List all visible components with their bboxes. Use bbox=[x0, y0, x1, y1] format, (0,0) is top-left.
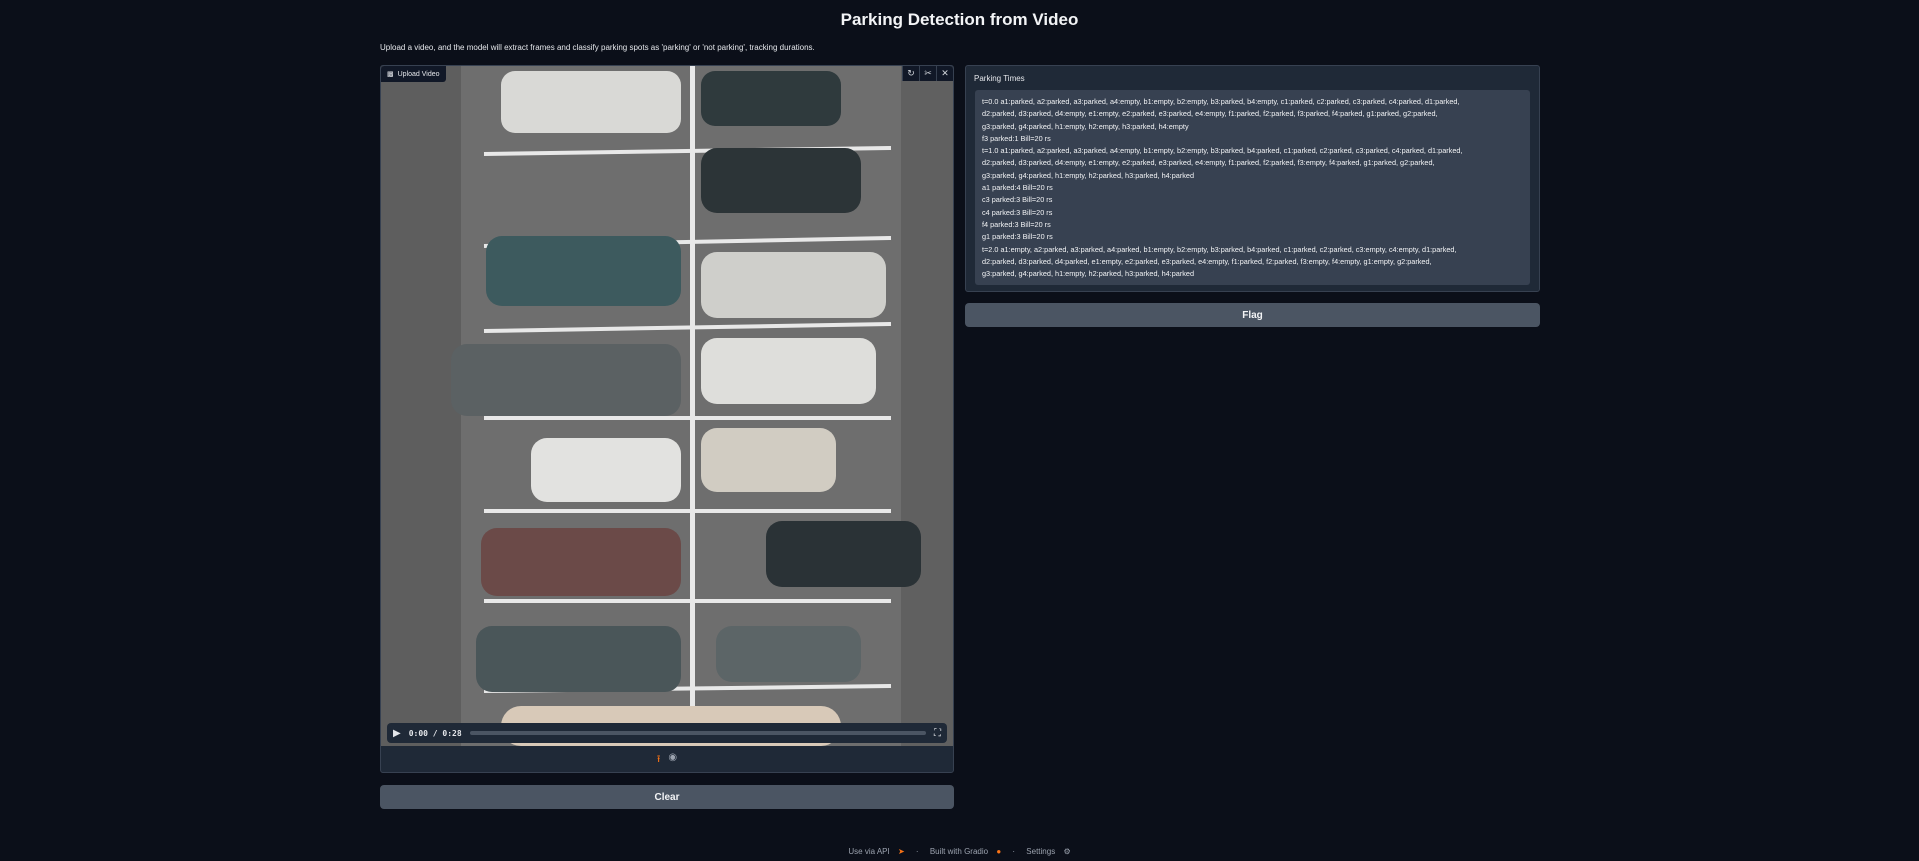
undo-icon[interactable]: ↻ bbox=[902, 66, 919, 81]
parking-times-line: c4 parked:3 Bill=20 rs bbox=[982, 207, 1053, 217]
rocket-icon: ➤ bbox=[897, 847, 905, 856]
fullscreen-icon[interactable]: ⛶ bbox=[934, 728, 941, 739]
gradio-logo-icon: ● bbox=[996, 847, 1002, 856]
parking-times-line: g3:parked, g4:parked, h1:empty, h2:parke… bbox=[982, 170, 1195, 180]
parking-times-output[interactable]: t=0.0 a1:parked, a2:parked, a3:parked, a… bbox=[975, 90, 1530, 285]
parking-times-panel: Parking Times t=0.0 a1:parked, a2:parked… bbox=[965, 65, 1540, 292]
play-icon[interactable]: ▶ bbox=[393, 728, 401, 739]
video-player[interactable]: ▩ Upload Video ↻ ✂ ✕ ▶ 0:00 / 0:28 ⛶ bbox=[381, 66, 953, 746]
edit-icon[interactable]: ✂ bbox=[919, 66, 936, 81]
built-with-gradio-link[interactable]: Built with Gradio ● bbox=[927, 847, 1004, 856]
video-source-icons: ⭱ ◉ bbox=[381, 752, 953, 769]
parking-times-line: f3 parked:1 Bill=20 rs bbox=[982, 133, 1051, 143]
video-icon: ▩ bbox=[387, 71, 394, 78]
parking-times-line: t=2.0 a1:empty, a2:parked, a3:parked, a4… bbox=[982, 244, 1457, 254]
flag-button[interactable]: Flag bbox=[965, 303, 1540, 327]
parking-times-line: g1 parked:3 Bill=20 rs bbox=[982, 232, 1053, 242]
parking-times-line: f4 parked:3 Bill=20 rs bbox=[982, 219, 1051, 229]
parking-times-line: d2:parked, d3:parked, d4:empty, e1:empty… bbox=[982, 158, 1435, 168]
parking-times-line: a1 parked:4 Bill=20 rs bbox=[982, 183, 1053, 193]
footer: Use via API ➤ · Built with Gradio ● · Se… bbox=[0, 847, 1919, 856]
settings-link[interactable]: Settings ⚙ bbox=[1023, 847, 1073, 856]
parking-times-line: g3:parked, g4:parked, h1:empty, h2:parke… bbox=[982, 269, 1195, 279]
parking-times-label: Parking Times bbox=[974, 74, 1025, 83]
webcam-icon[interactable]: ◉ bbox=[668, 752, 677, 769]
footer-separator: · bbox=[915, 847, 919, 856]
close-icon[interactable]: ✕ bbox=[936, 66, 953, 81]
parking-times-line: t=1.0 a1:parked, a2:parked, a3:parked, a… bbox=[982, 146, 1463, 156]
video-time: 0:00 / 0:28 bbox=[408, 728, 462, 738]
video-corner-buttons: ↻ ✂ ✕ bbox=[902, 66, 953, 81]
video-panel: ▩ Upload Video ↻ ✂ ✕ ▶ 0:00 / 0:28 ⛶ ⭱ ◉ bbox=[380, 65, 954, 773]
page-description: Upload a video, and the model will extra… bbox=[380, 43, 815, 52]
footer-separator: · bbox=[1012, 847, 1016, 856]
parking-times-line: t=0.0 a1:parked, a2:parked, a3:parked, a… bbox=[982, 97, 1460, 106]
page-title: Parking Detection from Video bbox=[840, 10, 1079, 29]
video-progress-bar[interactable] bbox=[469, 731, 926, 735]
use-via-api-link[interactable]: Use via API ➤ bbox=[845, 847, 907, 856]
gear-icon: ⚙ bbox=[1063, 847, 1071, 856]
parking-times-line: d2:parked, d3:parked, d4:parked, e1:empt… bbox=[982, 256, 1432, 266]
parking-times-line: c3 parked:3 Bill=20 rs bbox=[982, 195, 1053, 205]
upload-video-label: ▩ Upload Video bbox=[381, 66, 446, 82]
upload-icon[interactable]: ⭱ bbox=[657, 752, 661, 769]
video-controls: ▶ 0:00 / 0:28 ⛶ bbox=[387, 723, 947, 743]
parking-times-line: d2:parked, d3:parked, d4:empty, e1:empty… bbox=[982, 109, 1438, 119]
clear-button[interactable]: Clear bbox=[380, 785, 954, 809]
parking-lot-video-frame bbox=[381, 66, 953, 746]
parking-times-line: g3:parked, g4:parked, h1:empty, h2:empty… bbox=[982, 121, 1189, 131]
